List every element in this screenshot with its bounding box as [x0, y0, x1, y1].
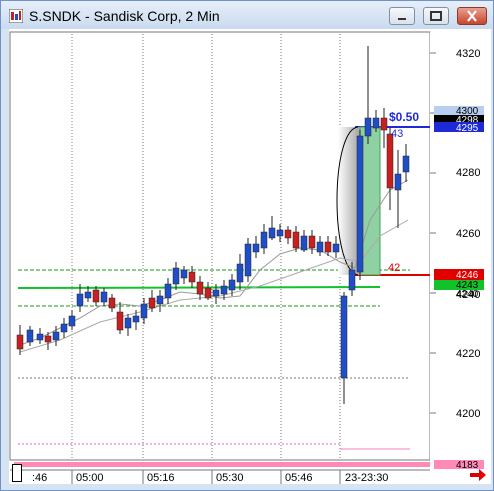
candle-body [308, 235, 316, 249]
candle-body [36, 333, 44, 341]
candle-body [180, 269, 188, 279]
candle-body [332, 243, 340, 253]
candle-body [172, 267, 180, 285]
candle-body [364, 117, 372, 137]
candle-body [316, 241, 324, 253]
candle-body [292, 231, 300, 249]
price-flag-blue-text: 4295 [456, 123, 479, 134]
candle-body [44, 335, 52, 343]
chart-window: S.SNDK - Sandisk Corp, 2 Min $0.50 43 42… [0, 0, 494, 491]
candle-body [16, 334, 24, 350]
x-tick: 23-23:30 [345, 472, 388, 484]
candle-body [92, 289, 100, 303]
candle-body [372, 117, 380, 129]
candle-body [394, 173, 402, 191]
x-tick: :46 [32, 472, 47, 484]
y-tick: 4320 [456, 48, 480, 60]
candle-body [124, 317, 132, 329]
candle-body [268, 227, 276, 239]
price-axis [430, 32, 486, 462]
candle-body [402, 155, 410, 173]
lower-count-label: 42 [388, 262, 400, 274]
upper-count-label: 43 [391, 128, 403, 140]
candle-body [284, 229, 292, 239]
candle-body [148, 297, 156, 309]
candle-body [140, 303, 148, 319]
scroll-right-arrow-icon[interactable] [469, 467, 487, 483]
candle-body [52, 331, 60, 341]
candle-body [212, 289, 220, 297]
candle-body [324, 241, 332, 253]
candle-body [204, 287, 212, 299]
candle-body [132, 315, 140, 323]
candle-body [348, 269, 356, 291]
y-tick: 4260 [456, 228, 480, 240]
candle-body [340, 295, 348, 379]
x-tick-labels: :46 05:00 05:16 05:30 05:46 23-23:30 [32, 472, 388, 484]
y-tick: 4200 [456, 408, 480, 420]
candle-body [84, 291, 92, 299]
candle-body [76, 293, 84, 307]
candle-body [188, 271, 196, 283]
candle-body [60, 323, 68, 333]
price-chart[interactable]: $0.50 43 42 4320 4280 4260 4240 4220 420… [0, 0, 494, 491]
candle-body [300, 235, 308, 251]
y-tick: 4280 [456, 167, 480, 179]
candle-body [108, 297, 116, 309]
candle-body [380, 117, 388, 131]
candle-body [276, 229, 284, 237]
x-tick: 05:30 [216, 472, 244, 484]
x-tick: 05:16 [147, 472, 175, 484]
candle-body [356, 135, 364, 273]
candle-body [156, 295, 164, 305]
x-tick: 05:46 [285, 472, 313, 484]
candle-body [116, 311, 124, 331]
candle-body [236, 263, 244, 283]
candle-body [68, 315, 76, 327]
dollar-label: $0.50 [389, 110, 419, 124]
candle-body [220, 285, 228, 295]
x-tick: 05:00 [76, 472, 104, 484]
candle-body [386, 133, 394, 189]
y-tick: 4220 [456, 348, 480, 360]
pink-base-bar [14, 462, 430, 467]
candle-body [228, 279, 236, 291]
price-flag-green-small-text: 4240 [456, 289, 479, 300]
candle-body [244, 243, 252, 277]
candle-body [26, 329, 34, 343]
candle-body [196, 281, 204, 295]
candle-body [252, 243, 260, 253]
scroll-handle[interactable] [12, 464, 22, 482]
candle-body [260, 231, 268, 249]
candle-body [164, 283, 172, 299]
candle-body [100, 291, 108, 303]
